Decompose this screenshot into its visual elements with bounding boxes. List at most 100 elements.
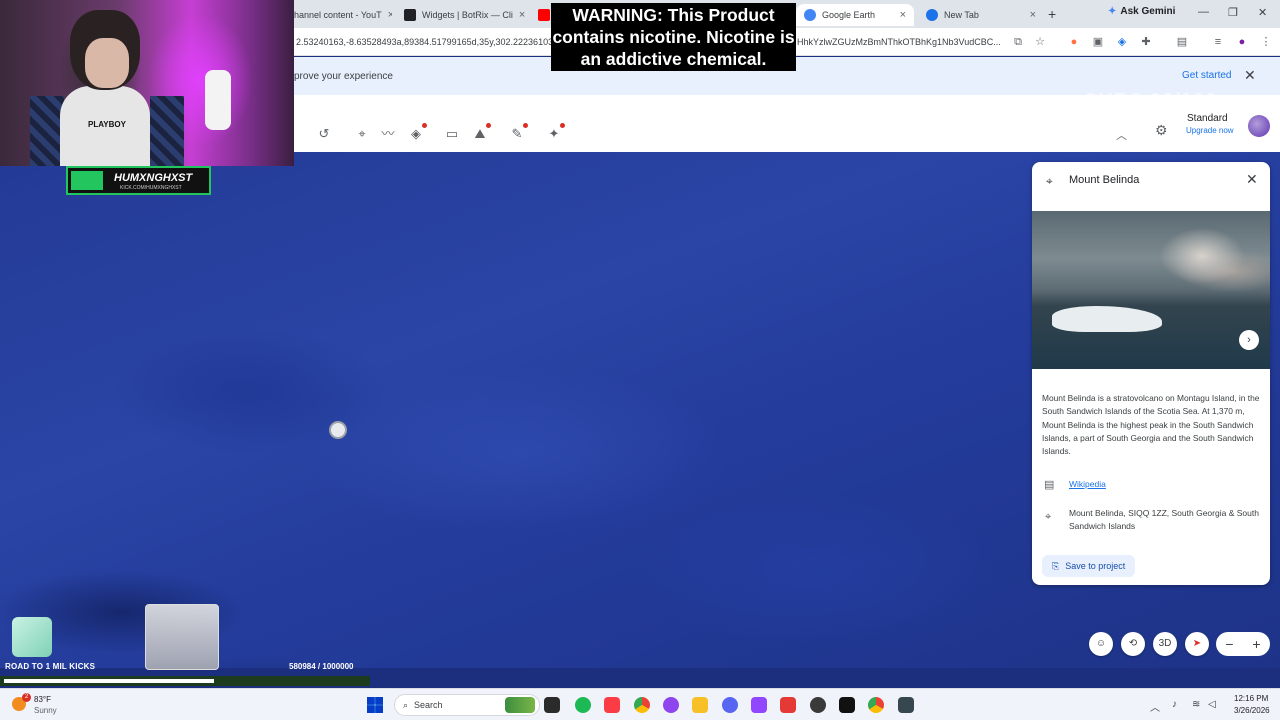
photo-iceberg xyxy=(1052,306,1162,332)
webcam-figure xyxy=(85,38,129,88)
extensions-puzzle-icon[interactable]: ✚ xyxy=(1140,36,1152,48)
tab-youtube-2[interactable] xyxy=(530,4,550,26)
history-icon[interactable]: ↺ xyxy=(316,126,332,142)
chrome-favicon-icon xyxy=(926,9,938,21)
tab-new-tab[interactable]: New Tab × xyxy=(918,4,1044,26)
terminal-icon[interactable] xyxy=(839,697,855,713)
twitch-icon[interactable] xyxy=(751,697,767,713)
app-icon[interactable] xyxy=(898,697,914,713)
tab-google-earth[interactable]: Google Earth × xyxy=(796,4,914,26)
tab-title: Widgets | BotRix — Cli xyxy=(422,10,513,20)
kick-goal-count: 580984 / 1000000 xyxy=(289,662,354,671)
chrome-icon[interactable] xyxy=(868,697,884,713)
kick-goal-progress-fill xyxy=(4,679,214,683)
weather-condition: Sunny xyxy=(34,706,57,715)
zoom-control: − + xyxy=(1216,632,1270,656)
place-photo[interactable]: › xyxy=(1032,211,1270,369)
measure-ruler-icon[interactable]: ▭ xyxy=(444,126,460,142)
tab-close-icon[interactable]: × xyxy=(388,9,392,21)
volume-icon[interactable]: ◁ xyxy=(1208,699,1216,710)
data-layers-icon[interactable]: ⛰ xyxy=(472,123,491,142)
music-app-icon[interactable] xyxy=(604,697,620,713)
save-to-project-label: Save to project xyxy=(1065,561,1126,571)
tab-close-icon[interactable]: × xyxy=(1030,9,1036,21)
menu-kebab-icon[interactable]: ⋮ xyxy=(1260,36,1272,48)
streamer-webcam: PLAYBOY xyxy=(0,0,294,166)
notification-dot xyxy=(486,123,491,128)
weather-badge: 2 xyxy=(22,693,31,702)
account-avatar[interactable] xyxy=(1248,115,1270,137)
tab-close-icon[interactable]: × xyxy=(519,9,525,21)
profile-icon[interactable]: ● xyxy=(1236,36,1248,48)
save-to-project-button[interactable]: ⎘ Save to project xyxy=(1042,555,1136,577)
minimize-button[interactable]: — xyxy=(1198,6,1209,18)
kick-goal-label: ROAD TO 1 MIL KICKS xyxy=(5,662,96,671)
maximize-button[interactable]: ❐ xyxy=(1228,6,1238,19)
tab-close-icon[interactable]: × xyxy=(900,9,906,21)
ask-gemini-button[interactable]: ✦ Ask Gemini xyxy=(1108,6,1175,17)
pegman-street-view-icon[interactable]: ☺ xyxy=(1089,632,1113,656)
tab-youtube[interactable]: hannel content - YouT × xyxy=(286,4,392,26)
close-window-button[interactable]: ✕ xyxy=(1258,6,1267,19)
url-text-tail[interactable]: HhkYzlwZGUzMzBmNThkOTBhKg1Nb3VudCBC... xyxy=(797,37,1001,47)
streamer-channel: KICK.COM/HUMXNGHXST xyxy=(120,185,182,191)
extension-icon[interactable]: ● xyxy=(1068,36,1080,48)
close-info-bar-icon[interactable]: ✕ xyxy=(1244,67,1256,84)
extension-icon[interactable]: ◈ xyxy=(1116,36,1128,48)
add-placemark-icon[interactable]: ⌖ xyxy=(354,126,370,142)
kick-logo-icon xyxy=(71,171,103,190)
map-location-marker[interactable] xyxy=(329,421,347,439)
settings-gear-icon[interactable]: ⚙ xyxy=(1155,122,1168,139)
tab-title: Google Earth xyxy=(822,10,876,20)
tab-botrix[interactable]: Widgets | BotRix — Cli × xyxy=(396,4,526,26)
windows-start-icon[interactable] xyxy=(367,697,383,713)
obs-icon[interactable] xyxy=(810,697,826,713)
info-bar-message: prove your experience xyxy=(294,71,393,82)
tools-icon[interactable]: ✎ xyxy=(509,123,528,142)
notification-dot xyxy=(560,123,565,128)
next-photo-chevron-icon[interactable]: › xyxy=(1239,330,1259,350)
toggle-tilt-icon[interactable]: ⟲ xyxy=(1121,632,1145,656)
url-text[interactable]: 2.53240163,-8.63528493a,89384.51799165d,… xyxy=(296,37,553,47)
plan-name: Standard xyxy=(1187,113,1228,124)
webcam-figure xyxy=(150,96,184,166)
wifi-icon[interactable]: ≋ xyxy=(1192,699,1200,710)
zoom-out-button[interactable]: − xyxy=(1225,636,1233,652)
collapse-chevron-up-icon[interactable]: ︿ xyxy=(1116,127,1127,143)
youtube-favicon-icon xyxy=(538,9,550,21)
discord-icon[interactable] xyxy=(722,697,738,713)
new-tab-button[interactable]: + xyxy=(1048,6,1056,22)
file-explorer-icon[interactable] xyxy=(692,697,708,713)
add-path-icon[interactable]: 〰 xyxy=(380,126,396,142)
microphone-icon[interactable]: ♪ xyxy=(1172,699,1177,710)
tab-title: New Tab xyxy=(944,10,979,20)
upgrade-link[interactable]: Upgrade now xyxy=(1186,126,1234,135)
clock-date[interactable]: 3/26/2026 xyxy=(1234,706,1270,715)
extension-icon[interactable]: ▣ xyxy=(1092,36,1104,48)
streamer-name: HUMXNGHXST xyxy=(114,172,193,184)
sidebar-icon[interactable]: ▤ xyxy=(1176,36,1188,48)
wikipedia-link[interactable]: Wikipedia xyxy=(1069,479,1106,489)
bookmark-star-icon[interactable]: ☆ xyxy=(1034,36,1046,48)
red-app-icon[interactable] xyxy=(780,697,796,713)
gemini-icon: ✦ xyxy=(1108,6,1117,17)
install-app-icon[interactable]: ⧉ xyxy=(1012,36,1024,48)
reading-list-icon[interactable]: ≡ xyxy=(1212,36,1224,48)
tray-chevron-up-icon[interactable]: ︿ xyxy=(1150,699,1160,714)
shirt-text: PLAYBOY xyxy=(88,120,126,129)
get-started-button[interactable]: Get started xyxy=(1182,70,1231,81)
clock-time[interactable]: 12:16 PM xyxy=(1234,694,1268,703)
purple-app-icon[interactable] xyxy=(663,697,679,713)
view-3d-button[interactable]: 3D xyxy=(1153,632,1177,656)
gemini-sparkle-icon[interactable]: ✦ xyxy=(546,123,565,142)
kick-goal-logo xyxy=(12,617,52,657)
close-panel-icon[interactable]: ✕ xyxy=(1246,171,1258,188)
map-style-layers-icon[interactable]: ◈ xyxy=(408,123,427,142)
place-title: Mount Belinda xyxy=(1069,174,1140,186)
chrome-icon[interactable] xyxy=(634,697,650,713)
weather-temperature: 83°F xyxy=(34,695,51,704)
task-view-icon[interactable] xyxy=(544,697,560,713)
zoom-in-button[interactable]: + xyxy=(1252,636,1260,652)
compass-icon[interactable]: ➤ xyxy=(1185,632,1209,656)
spotify-icon[interactable] xyxy=(575,697,591,713)
